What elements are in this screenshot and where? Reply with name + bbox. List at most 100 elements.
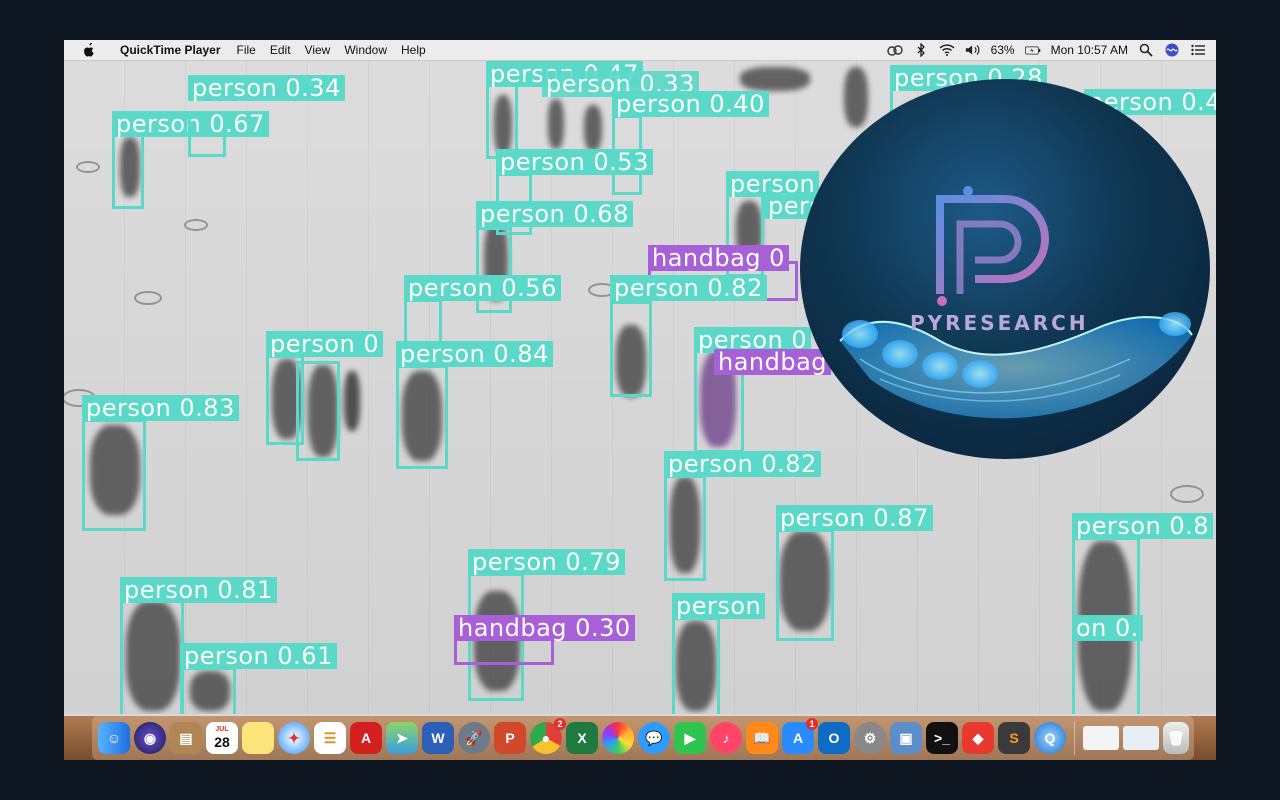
pyresearch-logo: PYRESEARCH <box>800 79 1210 459</box>
detection-label: person 0.81 <box>120 577 277 603</box>
floor-marker <box>76 161 100 173</box>
detection-box[interactable] <box>120 599 184 714</box>
maps-icon[interactable]: ➤ <box>386 722 418 754</box>
detection-box[interactable] <box>610 301 652 397</box>
menu-window[interactable]: Window <box>344 43 387 57</box>
detection-label: person 0.53 <box>496 149 653 175</box>
mac-screen: QuickTime Player File Edit View Window H… <box>64 40 1216 760</box>
contacts-icon[interactable]: ▤ <box>170 722 202 754</box>
sublime-icon[interactable]: S <box>998 722 1030 754</box>
recent-window-thumbnail[interactable] <box>1083 726 1119 750</box>
trash-icon[interactable]: 🗑 <box>1163 722 1189 754</box>
calendar-icon[interactable]: JUL 28 <box>206 722 238 754</box>
word-icon[interactable]: W <box>422 722 454 754</box>
person-figure <box>584 105 602 151</box>
status-area: 63% Mon 10:57 AM <box>886 40 1206 60</box>
detection-box[interactable] <box>1072 637 1140 714</box>
logo-text: PYRESEARCH <box>910 311 1089 335</box>
books-icon[interactable]: 📖 <box>746 722 778 754</box>
video-frame[interactable]: person 0.67 person 0.34 person 0.47 pers… <box>64 61 1216 714</box>
spotlight-search-icon[interactable] <box>1138 43 1154 57</box>
detection-box[interactable] <box>664 475 706 581</box>
menu-view[interactable]: View <box>305 43 331 57</box>
dock-shelf: ☺ ◉ ▤ JUL 28 ✦ ☰ A ➤ W 🚀 P ● 2 X 💬 ▶ ♪ 📖 … <box>92 716 1194 760</box>
detection-box[interactable] <box>396 365 448 469</box>
launchpad-icon[interactable]: 🚀 <box>458 722 490 754</box>
terminal-icon[interactable]: >_ <box>926 722 958 754</box>
siri-icon[interactable]: ◉ <box>134 722 166 754</box>
detection-label: person 0.82 <box>664 451 821 477</box>
menu-bar: QuickTime Player File Edit View Window H… <box>64 40 1216 61</box>
detection-label-handbag: handbag 0 <box>648 245 789 271</box>
battery-percent: 63% <box>990 43 1015 57</box>
excel-icon[interactable]: X <box>566 722 598 754</box>
notification-center-icon[interactable] <box>1190 43 1206 57</box>
powerpoint-icon[interactable]: P <box>494 722 526 754</box>
appstore-badge: 1 <box>806 718 818 730</box>
detection-label: person 0.34 <box>188 75 345 101</box>
detection-label: person 0.87 <box>776 505 933 531</box>
facetime-icon[interactable]: ▶ <box>674 722 706 754</box>
detection-label: person 0.8 <box>1072 513 1214 539</box>
volume-icon[interactable] <box>965 43 981 57</box>
person-figure <box>548 99 564 149</box>
chrome-icon[interactable]: ● 2 <box>530 718 566 754</box>
notes-icon[interactable] <box>242 722 274 754</box>
dock: ☺ ◉ ▤ JUL 28 ✦ ☰ A ➤ W 🚀 P ● 2 X 💬 ▶ ♪ 📖 … <box>64 716 1216 760</box>
anydesk-icon[interactable]: ◆ <box>962 722 994 754</box>
detection-label: on 0. <box>1072 615 1143 641</box>
detection-box[interactable] <box>180 667 236 714</box>
recent-window-thumbnail[interactable] <box>1123 726 1159 750</box>
top-letterbox <box>0 0 1280 40</box>
apple-menu-icon[interactable] <box>82 43 96 57</box>
detection-label: person 0.40 <box>612 91 769 117</box>
detection-label: person 0.61 <box>180 643 337 669</box>
bottom-letterbox <box>0 760 1280 800</box>
clock[interactable]: Mon 10:57 AM <box>1051 43 1128 57</box>
floor-marker <box>134 291 162 305</box>
safari-icon[interactable]: ✦ <box>278 722 310 754</box>
menu-help[interactable]: Help <box>401 43 426 57</box>
detection-label: person 0.82 <box>610 275 767 301</box>
quicktime-icon[interactable]: Q <box>1034 722 1066 754</box>
settings-icon[interactable]: ⚙ <box>854 722 886 754</box>
floor-marker <box>184 219 208 231</box>
detection-box[interactable] <box>82 419 146 531</box>
appstore-icon[interactable]: A1 <box>782 718 818 754</box>
creative-cloud-icon[interactable] <box>886 43 903 57</box>
detection-box[interactable] <box>776 529 834 641</box>
detection-label: person 0.84 <box>396 341 553 367</box>
siri-icon[interactable] <box>1164 43 1180 57</box>
bluetooth-icon[interactable] <box>913 43 929 57</box>
calendar-month: JUL <box>215 726 229 733</box>
chrome-badge: 2 <box>554 718 566 730</box>
photos-icon[interactable] <box>602 722 634 754</box>
detection-box[interactable] <box>112 133 144 209</box>
menu-edit[interactable]: Edit <box>270 43 291 57</box>
calendar-day: 28 <box>214 734 230 750</box>
detection-label: person 0.79 <box>468 549 625 575</box>
finder-icon[interactable]: ☺ <box>98 722 130 754</box>
detection-label: person <box>672 593 766 619</box>
menu-file[interactable]: File <box>237 43 256 57</box>
detection-label: person 0.83 <box>82 395 239 421</box>
detection-label: person 0.68 <box>476 201 633 227</box>
person-figure <box>344 371 360 431</box>
detection-box[interactable] <box>404 299 442 345</box>
battery-icon[interactable] <box>1024 43 1041 57</box>
detection-box[interactable] <box>188 111 226 157</box>
outlook-icon[interactable]: O <box>818 722 850 754</box>
pyresearch-logo-icon <box>839 186 1193 419</box>
reminders-icon[interactable]: ☰ <box>314 722 346 754</box>
detection-box[interactable] <box>296 361 340 461</box>
music-icon[interactable]: ♪ <box>710 722 742 754</box>
wifi-icon[interactable] <box>939 43 955 57</box>
messages-icon[interactable]: 💬 <box>638 722 670 754</box>
app-name-menu[interactable]: QuickTime Player <box>120 43 221 57</box>
dock-separator <box>1074 721 1075 755</box>
floor-marker <box>1170 485 1204 503</box>
detection-box[interactable] <box>672 617 720 714</box>
detection-label-handbag: handbag 0.30 <box>454 615 635 641</box>
acrobat-icon[interactable]: A <box>350 722 382 754</box>
preview-icon[interactable]: ▣ <box>890 722 922 754</box>
